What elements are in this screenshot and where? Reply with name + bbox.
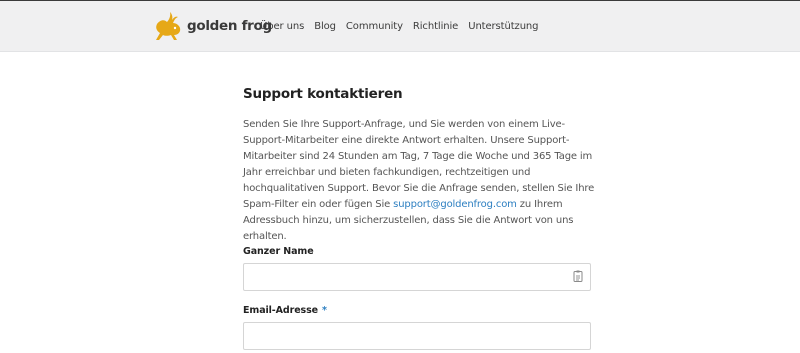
intro-text: Senden Sie Ihre Support-Anfrage, und Sie…	[243, 117, 595, 245]
intro-text-before-link: Senden Sie Ihre Support-Anfrage, und Sie…	[243, 119, 595, 210]
support-email-link[interactable]: support@goldenfrog.com	[393, 199, 517, 210]
site-header: golden frog Über uns Blog Community Rich…	[0, 0, 800, 52]
golden-frog-logo-icon	[156, 12, 181, 40]
nav-link-blog[interactable]: Blog	[314, 21, 336, 32]
full-name-input[interactable]	[243, 263, 591, 291]
main-nav: Über uns Blog Community Richtlinie Unter…	[260, 21, 548, 32]
full-name-label: Ganzer Name	[243, 246, 314, 257]
nav-link-unterstuetzung[interactable]: Unterstützung	[468, 21, 538, 32]
nav-link-ueber-uns[interactable]: Über uns	[260, 21, 304, 32]
support-content: Support kontaktieren Senden Sie Ihre Sup…	[243, 86, 595, 245]
nav-link-community[interactable]: Community	[346, 21, 403, 32]
contact-card-icon[interactable]	[573, 270, 583, 283]
email-label-text: Email-Adresse	[243, 305, 318, 316]
brand-logo-link[interactable]: golden frog	[153, 10, 272, 43]
required-marker: *	[322, 305, 327, 316]
email-input[interactable]	[243, 322, 591, 350]
page-title: Support kontaktieren	[243, 86, 403, 102]
nav-link-richtlinie[interactable]: Richtlinie	[413, 21, 458, 32]
email-label: Email-Adresse *	[243, 305, 327, 316]
